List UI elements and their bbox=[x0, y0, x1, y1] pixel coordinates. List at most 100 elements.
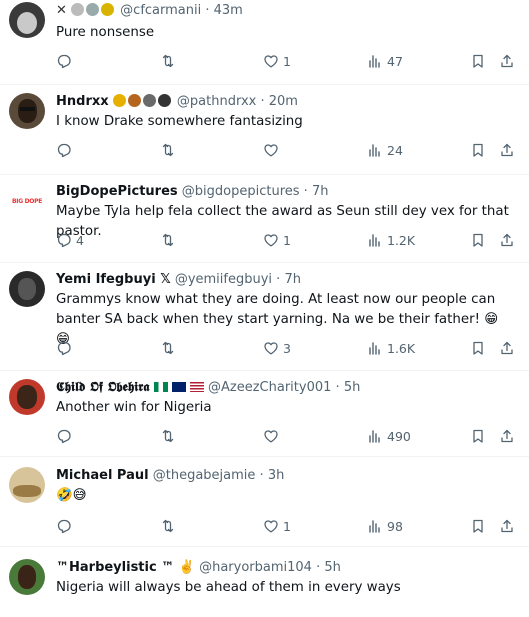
tweet-time[interactable]: 7h bbox=[284, 272, 301, 287]
share-button[interactable] bbox=[499, 140, 515, 160]
like-icon bbox=[264, 430, 278, 443]
tweet-time[interactable]: 43m bbox=[214, 3, 243, 18]
share-button[interactable] bbox=[499, 230, 515, 250]
avatar[interactable] bbox=[9, 93, 45, 129]
user-handle[interactable]: @cfcarmanii bbox=[120, 3, 201, 18]
avatar[interactable] bbox=[9, 467, 45, 503]
separator-dot: · bbox=[260, 94, 265, 109]
views-count: 24 bbox=[387, 142, 403, 158]
views-icon bbox=[369, 430, 380, 443]
display-name[interactable]: Michael Paul bbox=[56, 468, 149, 483]
share-button[interactable] bbox=[499, 516, 515, 536]
reply-icon bbox=[57, 429, 71, 444]
share-icon bbox=[501, 143, 513, 157]
views-count: 98 bbox=[387, 518, 403, 534]
retweet-button[interactable] bbox=[160, 516, 180, 536]
reply-button[interactable]: 4 bbox=[56, 230, 84, 250]
separator-dot: · bbox=[316, 560, 321, 575]
avatar[interactable]: BIG DOPE bbox=[9, 183, 45, 219]
share-icon bbox=[501, 54, 513, 68]
views-button[interactable]: 1.2K bbox=[367, 230, 415, 250]
bookmark-icon bbox=[473, 429, 483, 443]
tweet-actions: 24 bbox=[56, 140, 516, 160]
tweet-time[interactable]: 3h bbox=[268, 468, 285, 483]
tweet-actions: 1 98 bbox=[56, 516, 516, 536]
retweet-button[interactable] bbox=[160, 140, 180, 160]
user-handle[interactable]: @thegabejamie bbox=[153, 468, 256, 483]
like-button[interactable]: 1 bbox=[263, 230, 291, 250]
tweet[interactable]: Hndrxx @pathndrxx · 20m I know Drake som… bbox=[0, 85, 529, 175]
share-button[interactable] bbox=[499, 338, 515, 358]
user-handle[interactable]: @pathndrxx bbox=[177, 94, 256, 109]
bookmark-button[interactable] bbox=[470, 516, 486, 536]
tweet-time[interactable]: 7h bbox=[312, 184, 329, 199]
display-name[interactable]: 𝕮𝖍𝖎𝖑𝖉 𝕺𝖋 𝕺𝖇𝖊𝖍𝖎𝖗𝖆 bbox=[56, 380, 149, 395]
share-button[interactable] bbox=[499, 426, 515, 446]
bookmark-button[interactable] bbox=[470, 140, 486, 160]
bookmark-button[interactable] bbox=[470, 426, 486, 446]
tweet[interactable]: BIG DOPE BigDopePictures @bigdopepicture… bbox=[0, 175, 529, 263]
like-button[interactable]: 3 bbox=[263, 338, 291, 358]
like-count: 1 bbox=[283, 518, 291, 534]
views-button[interactable]: 1.6K bbox=[367, 338, 415, 358]
reply-button[interactable] bbox=[56, 338, 76, 358]
tweet-actions: 490 bbox=[56, 426, 516, 446]
tweet-header: Yemi Ifegbuyi 𝕏 @yemiifegbuyi · 7h bbox=[56, 271, 301, 289]
tweet-header: BigDopePictures @bigdopepictures · 7h bbox=[56, 183, 328, 201]
user-handle[interactable]: @bigdopepictures bbox=[182, 184, 300, 199]
views-button[interactable]: 98 bbox=[367, 516, 403, 536]
reply-button[interactable] bbox=[56, 51, 76, 71]
like-button[interactable]: 1 bbox=[263, 516, 291, 536]
bookmark-button[interactable] bbox=[470, 230, 486, 250]
separator-dot: · bbox=[335, 380, 340, 395]
views-button[interactable]: 490 bbox=[367, 426, 411, 446]
tweet-time[interactable]: 20m bbox=[269, 94, 298, 109]
display-name[interactable]: Yemi Ifegbuyi 𝕏 bbox=[56, 272, 171, 287]
bookmark-icon bbox=[473, 143, 483, 157]
user-handle[interactable]: @haryorbami104 bbox=[199, 560, 312, 575]
like-icon bbox=[264, 234, 278, 247]
avatar[interactable] bbox=[9, 271, 45, 307]
reply-button[interactable] bbox=[56, 516, 76, 536]
tweet-time[interactable]: 5h bbox=[324, 560, 341, 575]
like-button[interactable]: 1 bbox=[263, 51, 291, 71]
retweet-button[interactable] bbox=[160, 426, 180, 446]
views-icon bbox=[369, 520, 380, 533]
like-button[interactable] bbox=[263, 426, 283, 446]
views-button[interactable]: 24 bbox=[367, 140, 403, 160]
retweet-button[interactable] bbox=[160, 338, 180, 358]
bookmark-icon bbox=[473, 233, 483, 247]
like-button[interactable] bbox=[263, 140, 283, 160]
tweet-text: Pure nonsense bbox=[56, 25, 155, 40]
avatar[interactable] bbox=[9, 559, 45, 595]
tweet-time[interactable]: 5h bbox=[344, 380, 361, 395]
views-button[interactable]: 47 bbox=[367, 51, 403, 71]
user-handle[interactable]: @AzeezCharity001 bbox=[208, 380, 331, 395]
retweet-icon bbox=[162, 143, 174, 157]
separator-dot: · bbox=[303, 184, 308, 199]
display-name[interactable]: ™Harbeylistic ™ ✌️ bbox=[56, 560, 195, 575]
tweet[interactable]: ™Harbeylistic ™ ✌️ @haryorbami104 · 5h N… bbox=[0, 547, 529, 617]
reply-button[interactable] bbox=[56, 426, 76, 446]
avatar[interactable] bbox=[9, 2, 45, 38]
tweet[interactable]: Michael Paul @thegabejamie · 3h 🤣😅 1 98 bbox=[0, 457, 529, 547]
display-name[interactable]: Hndrxx bbox=[56, 94, 109, 109]
reply-button[interactable] bbox=[56, 140, 76, 160]
tweet-actions: 1 47 bbox=[56, 51, 516, 71]
tweet[interactable]: Yemi Ifegbuyi 𝕏 @yemiifegbuyi · 7h Gramm… bbox=[0, 263, 529, 371]
avatar[interactable] bbox=[9, 379, 45, 415]
user-handle[interactable]: @yemiifegbuyi bbox=[175, 272, 272, 287]
tweet[interactable]: ✕ @cfcarmanii · 43m Pure nonsense 1 47 bbox=[0, 0, 529, 85]
bookmark-button[interactable] bbox=[470, 51, 486, 71]
retweet-button[interactable] bbox=[160, 51, 180, 71]
tweet[interactable]: 𝕮𝖍𝖎𝖑𝖉 𝕺𝖋 𝕺𝖇𝖊𝖍𝖎𝖗𝖆 @AzeezCharity001 · 5h A… bbox=[0, 371, 529, 457]
like-icon bbox=[264, 342, 278, 355]
views-icon bbox=[369, 55, 380, 68]
bookmark-button[interactable] bbox=[470, 338, 486, 358]
like-icon bbox=[264, 55, 278, 68]
share-button[interactable] bbox=[499, 51, 515, 71]
retweet-button[interactable] bbox=[160, 230, 180, 250]
separator-dot: · bbox=[259, 468, 264, 483]
share-icon bbox=[501, 341, 513, 355]
display-name[interactable]: BigDopePictures bbox=[56, 184, 178, 199]
